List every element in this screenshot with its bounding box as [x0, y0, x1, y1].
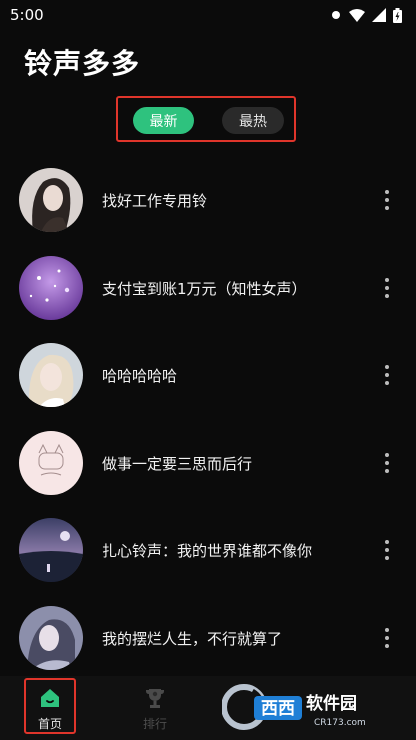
wifi-icon: [349, 9, 365, 22]
tab-hottest[interactable]: 最热: [222, 107, 284, 134]
status-time: 5:00: [10, 6, 44, 24]
svg-text:软件园: 软件园: [306, 693, 357, 714]
tab-newest[interactable]: 最新: [133, 107, 194, 134]
ringtone-item[interactable]: 做事一定要三思而后行: [0, 430, 416, 519]
more-options-icon[interactable]: [378, 186, 396, 214]
status-icons: [330, 7, 402, 23]
more-options-icon[interactable]: [378, 536, 396, 564]
ringtone-cover: [19, 430, 83, 495]
watermark-logo: 西西 软件园 CR173.com: [222, 684, 406, 730]
ringtone-item[interactable]: 支付宝到账1万元（知性女声）: [0, 255, 416, 344]
ringtone-title: 我的摆烂人生，不行就算了: [102, 629, 283, 648]
ringtone-cover: [19, 518, 83, 582]
ringtone-title: 支付宝到账1万元（知性女声）: [102, 279, 307, 298]
status-bar: 5:00: [0, 0, 416, 30]
signal-icon: [332, 11, 340, 19]
app-title: 铃声多多: [24, 47, 141, 80]
more-options-icon[interactable]: [378, 449, 396, 477]
ringtone-cover: [19, 343, 83, 407]
nav-home-highlight-frame: [24, 678, 76, 734]
more-options-icon[interactable]: [378, 274, 396, 302]
ringtone-list: 找好工作专用铃 支付宝到账1万元（知性女声） 哈哈哈哈哈 做事一定要三思而后行 …: [0, 168, 416, 693]
svg-text:CR173.com: CR173.com: [314, 718, 366, 728]
more-options-icon[interactable]: [378, 361, 396, 389]
more-options-icon[interactable]: [378, 624, 396, 652]
svg-text:西西: 西西: [261, 699, 295, 719]
ringtone-item[interactable]: 找好工作专用铃: [0, 168, 416, 256]
ringtone-item[interactable]: 哈哈哈哈哈: [0, 343, 416, 431]
nav-ranking-label: 排行: [142, 717, 167, 731]
ringtone-cover: [19, 255, 83, 320]
ringtone-title: 扎心铃声：我的世界谁都不像你: [102, 542, 313, 560]
ringtone-title: 哈哈哈哈哈: [102, 367, 178, 385]
battery-icon: [393, 7, 402, 23]
ringtone-title: 找好工作专用铃: [102, 192, 208, 210]
ringtone-title: 做事一定要三思而后行: [102, 454, 253, 473]
ringtone-item[interactable]: 扎心铃声：我的世界谁都不像你: [0, 518, 416, 606]
ringtone-cover: [19, 168, 83, 232]
cellular-icon: [372, 8, 386, 22]
nav-ranking[interactable]: 排行: [125, 676, 185, 740]
ringtone-cover: [19, 605, 83, 670]
trophy-icon: [146, 689, 164, 708]
